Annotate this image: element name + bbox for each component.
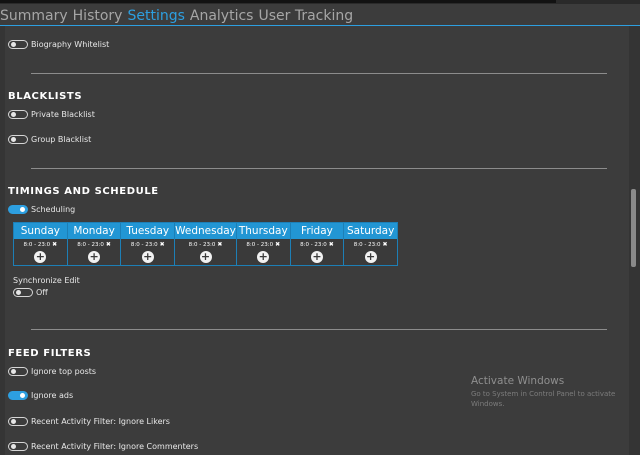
tab-history[interactable]: History xyxy=(73,8,123,24)
add-time-icon[interactable]: + xyxy=(364,251,377,263)
toggle-knob xyxy=(20,207,25,212)
ignore-ads-label: Ignore ads xyxy=(31,391,74,400)
schedule-table: Sunday 8:0 - 23:0 ✖ + Monday 8:0 - 23:0 ✖ … xyxy=(13,222,398,266)
day-header: Sunday xyxy=(14,223,67,239)
ignore-top-posts-toggle[interactable] xyxy=(8,367,28,376)
day-header: Saturday xyxy=(344,223,398,239)
add-time-icon[interactable]: + xyxy=(141,251,154,263)
watermark-title: Activate Windows xyxy=(471,375,565,387)
toggle-knob xyxy=(11,42,16,47)
add-time-icon[interactable]: + xyxy=(199,251,212,263)
remove-time-icon[interactable]: ✖ xyxy=(160,241,165,248)
group-blacklist-toggle[interactable] xyxy=(8,135,28,144)
ignore-likers-toggle[interactable] xyxy=(8,417,28,426)
ignore-commenters-toggle[interactable] xyxy=(8,442,28,451)
add-time-icon[interactable]: + xyxy=(88,251,101,263)
blacklists-heading: BLACKLISTS xyxy=(8,91,83,102)
time-range: 8:0 - 23:0 ✖ xyxy=(68,241,121,248)
vertical-scrollbar[interactable] xyxy=(629,26,640,455)
time-range-text: 8:0 - 23:0 xyxy=(246,241,274,248)
synchronize-edit-label: Synchronize Edit xyxy=(13,276,80,285)
day-column-friday: Friday 8:0 - 23:0 ✖ + xyxy=(290,223,345,265)
day-header: Wednesday xyxy=(175,223,236,239)
ignore-likers-label: Recent Activity Filter: Ignore Likers xyxy=(31,417,170,426)
time-range: 8:0 - 23:0 ✖ xyxy=(175,241,236,248)
day-header: Monday xyxy=(67,223,121,239)
time-range: 8:0 - 23:0 ✖ xyxy=(291,241,344,248)
add-time-icon[interactable]: + xyxy=(257,251,270,263)
section-divider xyxy=(31,168,607,169)
day-column-sunday: Sunday 8:0 - 23:0 ✖ + xyxy=(14,223,68,265)
scrollbar-thumb[interactable] xyxy=(631,189,636,267)
ignore-commenters-label: Recent Activity Filter: Ignore Commenter… xyxy=(31,442,199,451)
title-strip xyxy=(0,0,640,4)
time-range: 8:0 - 23:0 ✖ xyxy=(121,241,174,248)
time-range-text: 8:0 - 23:0 xyxy=(353,241,381,248)
timings-heading: TIMINGS AND SCHEDULE xyxy=(8,186,159,197)
synchronize-edit-toggle[interactable] xyxy=(13,288,33,297)
biography-whitelist-toggle[interactable] xyxy=(8,40,28,49)
add-time-icon[interactable]: + xyxy=(310,251,323,263)
toggle-knob xyxy=(11,137,16,142)
day-header: Friday xyxy=(290,223,344,239)
remove-time-icon[interactable]: ✖ xyxy=(382,241,387,248)
toggle-knob xyxy=(20,393,25,398)
toggle-knob xyxy=(11,419,16,424)
scheduling-label: Scheduling xyxy=(31,205,76,214)
section-divider xyxy=(31,73,607,74)
feed-filters-heading: FEED FILTERS xyxy=(8,348,92,359)
toggle-knob xyxy=(16,290,21,295)
day-column-thursday: Thursday 8:0 - 23:0 ✖ + xyxy=(236,223,291,265)
tab-summary[interactable]: Summary xyxy=(0,8,68,24)
day-column-monday: Monday 8:0 - 23:0 ✖ + xyxy=(67,223,122,265)
toggle-knob xyxy=(11,444,16,449)
ignore-top-posts-label: Ignore top posts xyxy=(31,367,97,376)
day-header: Thursday xyxy=(236,223,290,239)
day-column-tuesday: Tuesday 8:0 - 23:0 ✖ + xyxy=(121,223,176,265)
time-range-text: 8:0 - 23:0 xyxy=(130,241,158,248)
time-range-text: 8:0 - 23:0 xyxy=(23,241,51,248)
remove-time-icon[interactable]: ✖ xyxy=(329,241,334,248)
add-time-icon[interactable]: + xyxy=(34,251,47,263)
day-column-saturday: Saturday 8:0 - 23:0 ✖ + xyxy=(344,223,398,265)
toggle-knob xyxy=(11,369,16,374)
tab-bar: Summary History Settings Analytics User … xyxy=(0,6,358,26)
private-blacklist-label: Private Blacklist xyxy=(31,110,95,119)
time-range: 8:0 - 23:0 ✖ xyxy=(237,241,290,248)
time-range-text: 8:0 - 23:0 xyxy=(77,241,104,248)
group-blacklist-label: Group Blacklist xyxy=(31,135,92,144)
time-range-text: 8:0 - 23:0 xyxy=(300,241,327,248)
tab-user-tracking[interactable]: User Tracking xyxy=(258,8,353,24)
watermark-subtitle: Go to System in Control Panel to activat… xyxy=(471,390,616,408)
ignore-ads-toggle[interactable] xyxy=(8,391,28,400)
remove-time-icon[interactable]: ✖ xyxy=(217,241,222,248)
tab-analytics[interactable]: Analytics xyxy=(190,8,254,24)
time-range: 8:0 - 23:0 ✖ xyxy=(344,241,397,248)
day-header: Tuesday xyxy=(121,223,175,239)
day-column-wednesday: Wednesday 8:0 - 23:0 ✖ + xyxy=(175,223,237,265)
synchronize-edit-state: Off xyxy=(36,288,48,297)
activation-watermark: Activate Windows Go to System in Control… xyxy=(471,375,621,409)
time-range-text: 8:0 - 23:0 xyxy=(188,241,216,248)
remove-time-icon[interactable]: ✖ xyxy=(106,241,111,248)
biography-whitelist-label: Biography Whitelist xyxy=(31,40,110,49)
remove-time-icon[interactable]: ✖ xyxy=(52,241,57,248)
toggle-knob xyxy=(11,112,16,117)
time-range: 8:0 - 23:0 ✖ xyxy=(14,241,67,248)
tab-settings[interactable]: Settings xyxy=(127,8,184,24)
remove-time-icon[interactable]: ✖ xyxy=(275,241,280,248)
section-divider xyxy=(31,329,607,330)
scheduling-toggle[interactable] xyxy=(8,205,28,214)
private-blacklist-toggle[interactable] xyxy=(8,110,28,119)
title-strip-dark xyxy=(0,0,556,3)
